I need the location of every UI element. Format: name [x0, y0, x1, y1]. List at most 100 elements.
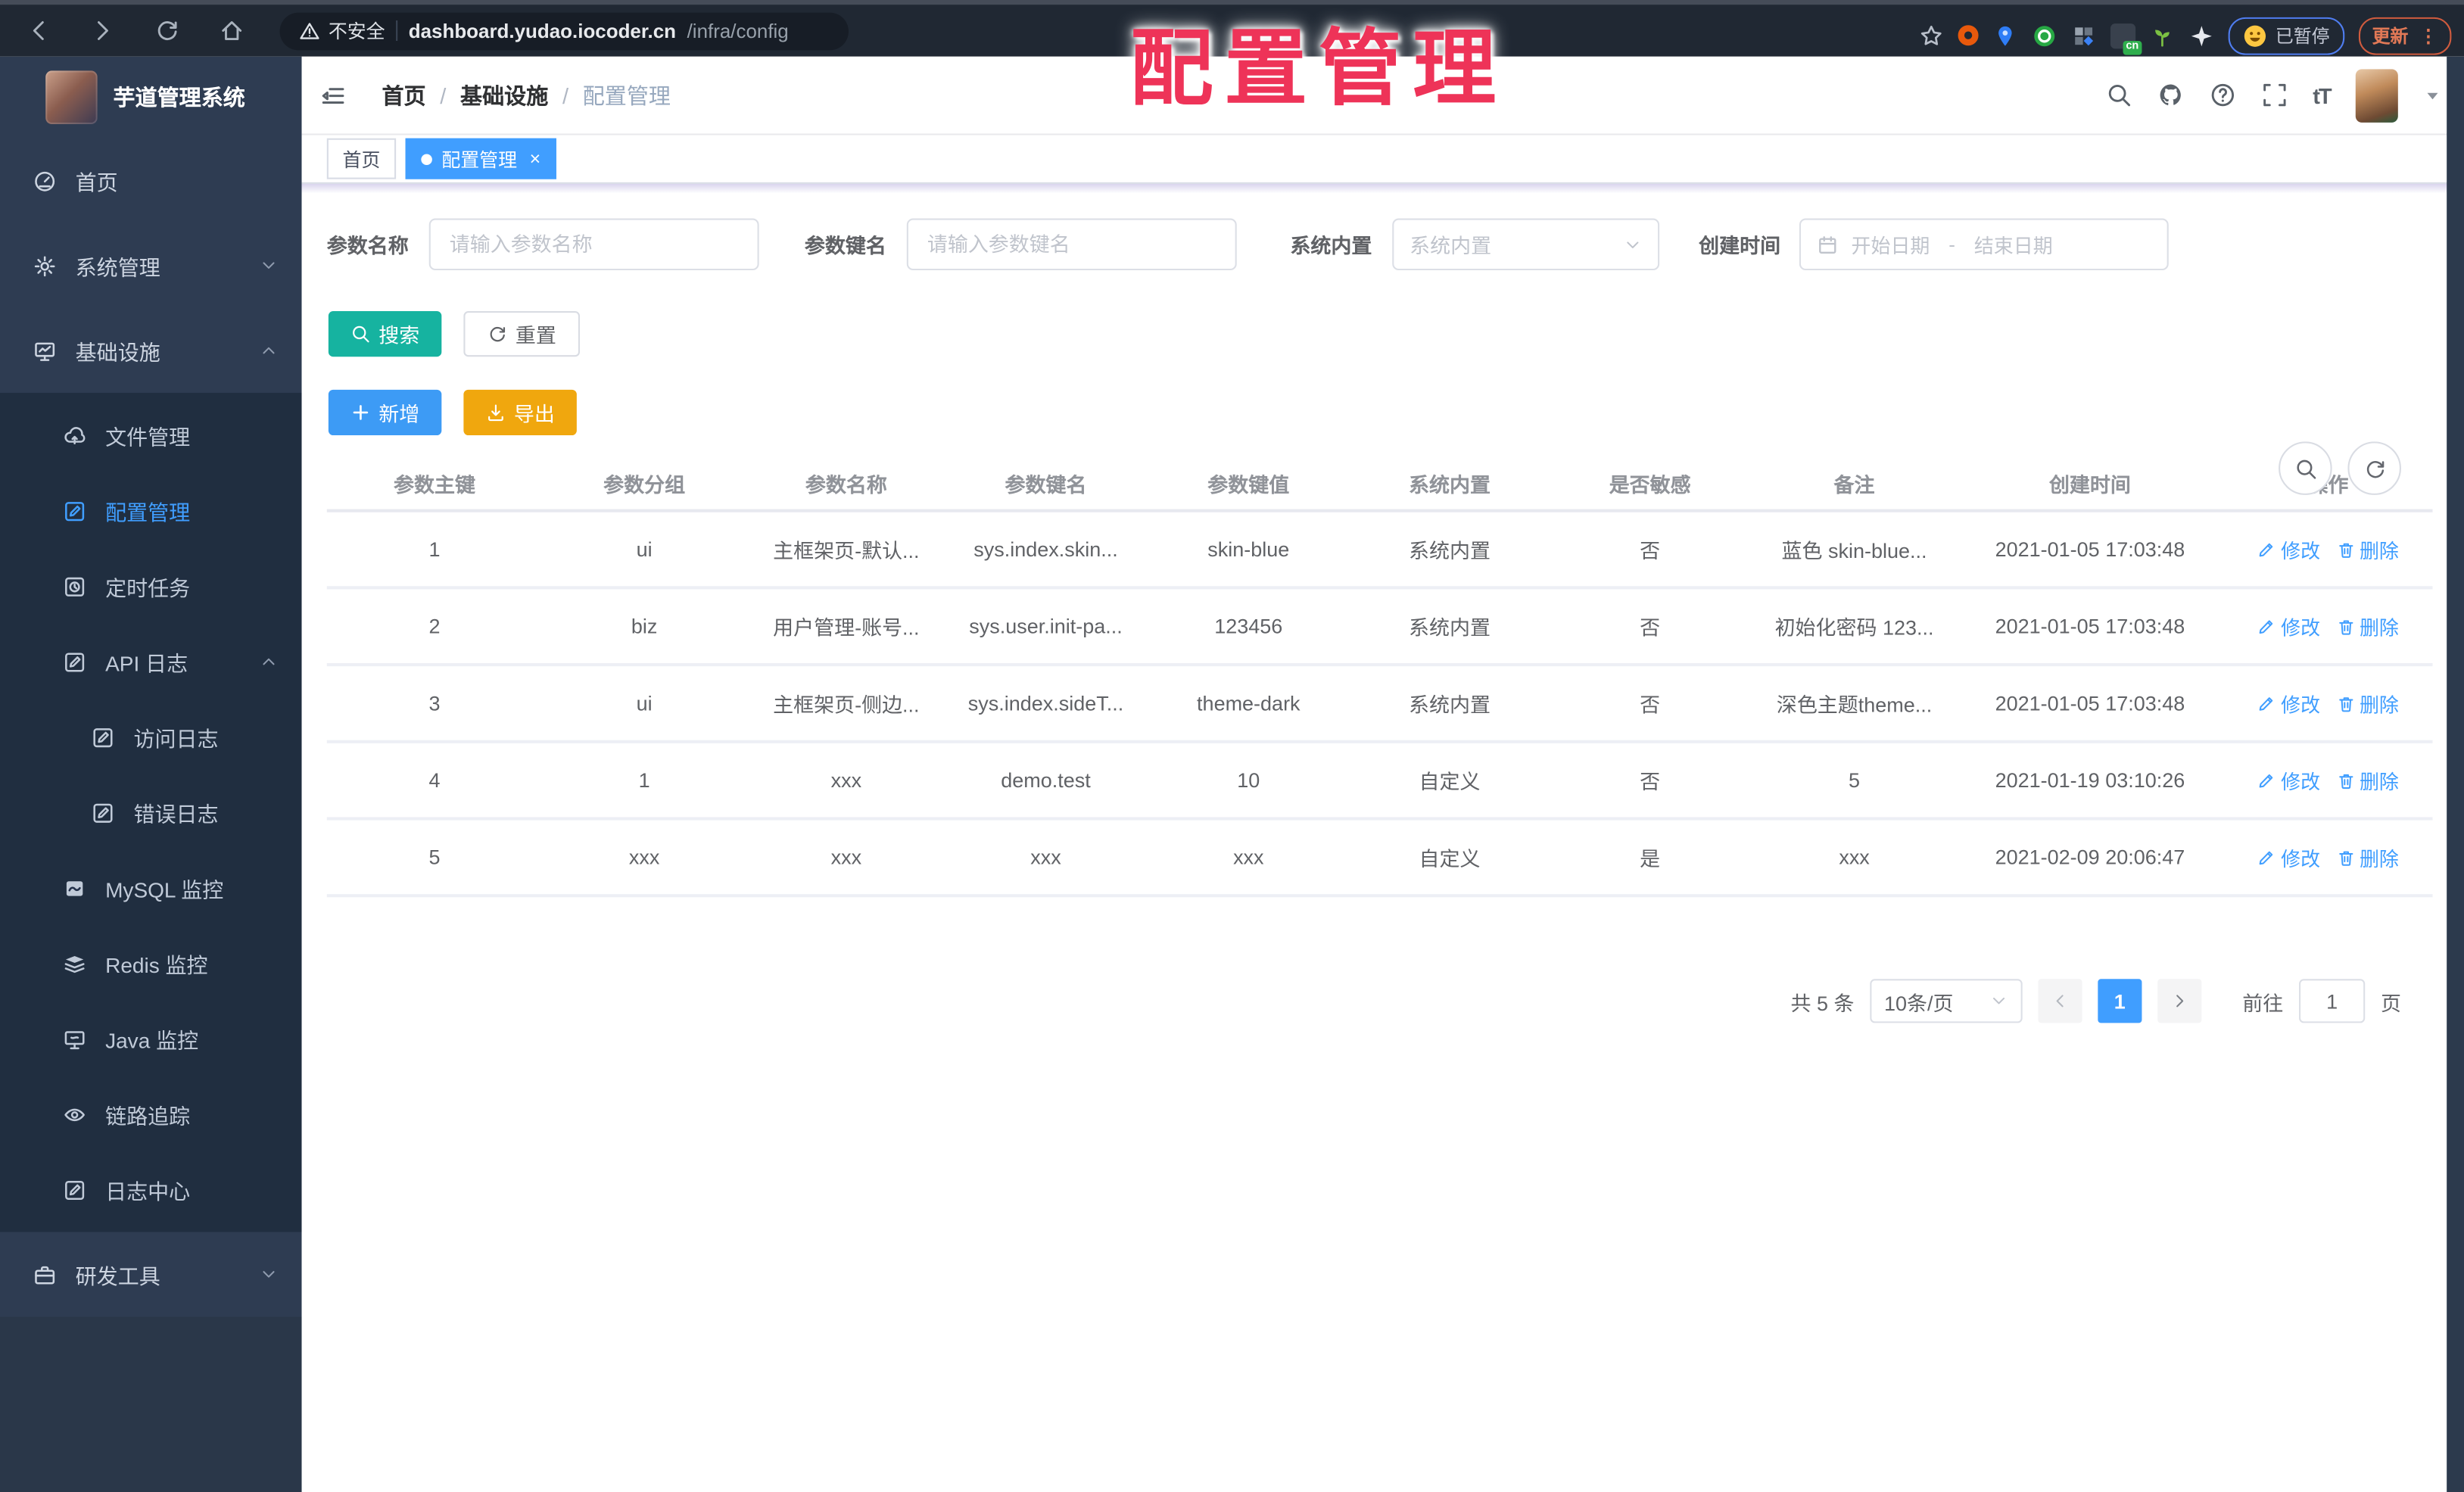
back-icon[interactable] — [25, 17, 51, 44]
delete-row-link[interactable]: 删除 — [2336, 843, 2399, 872]
table-body: 1 ui 主框架页-默认... sys.index.skin... skin-blue 系… — [326, 512, 2433, 898]
delete-row-link[interactable]: 删除 — [2336, 534, 2399, 564]
export-button-label: 导出 — [513, 402, 555, 426]
extension-grid-icon[interactable] — [2071, 23, 2096, 48]
tab-config[interactable]: 配置管理 × — [405, 138, 556, 179]
table-cell: 否 — [1640, 693, 1661, 717]
close-tab-icon[interactable]: × — [530, 149, 541, 168]
extension-ring-icon[interactable] — [1958, 25, 1979, 46]
extension-translate-icon[interactable]: cn — [2110, 23, 2142, 55]
app-logo-row[interactable]: 芋道管理系统 — [0, 57, 302, 139]
sidebar-item-config[interactable]: 配置管理 — [0, 473, 302, 549]
add-button[interactable]: 新增 — [328, 389, 442, 436]
extensions-menu-icon[interactable] — [2189, 23, 2214, 48]
sidebar-item-system[interactable]: 系统管理 — [0, 223, 302, 308]
extension-sprout-icon[interactable] — [2150, 23, 2175, 48]
prev-page-button[interactable] — [2038, 979, 2082, 1023]
trace-icon — [63, 1102, 86, 1126]
table-cell: 2021-01-05 17:03:48 — [1995, 537, 2185, 562]
table-cell: sys.index.skin... — [973, 537, 1118, 562]
github-icon[interactable] — [2157, 82, 2184, 108]
delete-icon — [2336, 540, 2355, 559]
chrome-update-button[interactable]: 更新 ⋮ — [2357, 16, 2452, 55]
url-domain: dashboard.yudao.iocoder.cn — [408, 19, 677, 42]
forward-icon[interactable] — [89, 17, 116, 44]
goto-page-input[interactable] — [2299, 979, 2366, 1023]
caret-down-icon[interactable] — [2423, 86, 2442, 104]
home-icon[interactable] — [219, 17, 245, 44]
edit-row-link[interactable]: 修改 — [2257, 534, 2320, 564]
log-center-icon — [63, 1178, 86, 1201]
edit-row-link[interactable]: 修改 — [2257, 612, 2320, 641]
sidebar-item-infra[interactable]: 基础设施 — [0, 308, 302, 393]
help-icon[interactable] — [2209, 82, 2235, 108]
export-button[interactable]: 导出 — [463, 389, 577, 436]
profile-paused-badge[interactable]: 已暂停 — [2228, 16, 2344, 55]
edit-row-link[interactable]: 修改 — [2257, 843, 2320, 872]
user-avatar[interactable] — [2355, 68, 2398, 122]
sidebar-item-access-log[interactable]: 访问日志 — [0, 699, 302, 775]
sidebar-item-job[interactable]: 定时任务 — [0, 548, 302, 624]
select-placeholder: 系统内置 — [1410, 234, 1492, 258]
date-range-picker[interactable]: 开始日期 - 结束日期 — [1799, 218, 2169, 271]
sidebar-item-java[interactable]: Java 监控 — [0, 1001, 302, 1076]
browser-nav — [0, 17, 245, 44]
address-bar[interactable]: 不安全 dashboard.yudao.iocoder.cn/infra/con… — [279, 11, 849, 50]
param-key-input[interactable] — [906, 218, 1237, 271]
sidebar-item-mysql[interactable]: MySQL 监控 — [0, 850, 302, 926]
table-cell: 深色主题theme... — [1776, 693, 1933, 717]
font-size-icon[interactable]: tT — [2313, 83, 2332, 107]
delete-row-link[interactable]: 删除 — [2336, 765, 2399, 795]
table-cell: 否 — [1640, 770, 1661, 794]
bookmark-star-icon[interactable] — [1919, 23, 1944, 48]
sidebar-item-file[interactable]: 文件管理 — [0, 397, 302, 473]
fullscreen-icon[interactable] — [2261, 82, 2288, 108]
table-cell: skin-blue — [1207, 537, 1290, 562]
edit-row-link[interactable]: 修改 — [2257, 688, 2320, 718]
kebab-menu-icon[interactable]: ⋮ — [2419, 24, 2438, 46]
breadcrumb-home[interactable]: 首页 — [382, 79, 425, 111]
reset-button[interactable]: 重置 — [463, 311, 581, 357]
search-buttons-row: 搜索 重置 — [328, 311, 2464, 357]
pagination: 共 5 条 10条/页 1 前往 页 — [1790, 979, 2401, 1023]
table-cell: biz — [631, 614, 658, 638]
sidebar-item-label: 基础设施 — [75, 341, 160, 365]
extension-green-icon[interactable] — [2032, 23, 2057, 48]
sidebar-item-home[interactable]: 首页 — [0, 139, 302, 223]
breadcrumb-infra[interactable]: 基础设施 — [460, 79, 548, 111]
sidebar-item-log-center[interactable]: 日志中心 — [0, 1152, 302, 1228]
translate-badge: cn — [2123, 39, 2142, 55]
toggle-search-button[interactable] — [2279, 441, 2332, 495]
file-icon — [63, 423, 86, 447]
search-icon[interactable] — [2105, 82, 2132, 108]
page-size-value: 10条/页 — [1883, 990, 1954, 1014]
page-size-select[interactable]: 10条/页 — [1870, 979, 2023, 1023]
extension-pin-icon[interactable] — [1992, 23, 2017, 48]
sidebar-item-redis[interactable]: Redis 监控 — [0, 926, 302, 1001]
page-1-button[interactable]: 1 — [2098, 979, 2142, 1023]
edit-row-link[interactable]: 修改 — [2257, 765, 2320, 795]
delete-row-link[interactable]: 删除 — [2336, 612, 2399, 641]
system-type-select[interactable]: 系统内置 — [1392, 218, 1660, 271]
sidebar-item-api-log[interactable]: API 日志 — [0, 624, 302, 699]
table-cell: 1 — [638, 768, 650, 793]
page-scrollbar[interactable] — [2447, 56, 2464, 1492]
delete-label: 删除 — [2359, 848, 2399, 871]
sidebar-item-trace[interactable]: 链路追踪 — [0, 1076, 302, 1152]
tab-home[interactable]: 首页 — [326, 138, 397, 179]
delete-label: 删除 — [2359, 617, 2399, 640]
delete-row-link[interactable]: 删除 — [2336, 688, 2399, 718]
warning-icon — [298, 20, 320, 42]
hamburger-icon[interactable] — [319, 81, 347, 109]
sidebar-item-error-log[interactable]: 错误日志 — [0, 774, 302, 850]
table-cell: 2021-01-05 17:03:48 — [1995, 691, 2185, 715]
reload-icon[interactable] — [154, 17, 180, 44]
table-row: 2 biz 用户管理-账号... sys.user.init-pa... 123456 系… — [326, 589, 2433, 667]
refresh-table-button[interactable] — [2347, 441, 2401, 495]
param-name-input[interactable] — [428, 218, 759, 271]
sidebar-item-devtools[interactable]: 研发工具 — [0, 1232, 302, 1317]
search-button[interactable]: 搜索 — [328, 311, 442, 357]
next-page-button[interactable] — [2157, 979, 2202, 1023]
table-row: 1 ui 主框架页-默认... sys.index.skin... skin-blue 系… — [326, 512, 2433, 590]
site-security[interactable]: 不安全 — [298, 17, 385, 44]
